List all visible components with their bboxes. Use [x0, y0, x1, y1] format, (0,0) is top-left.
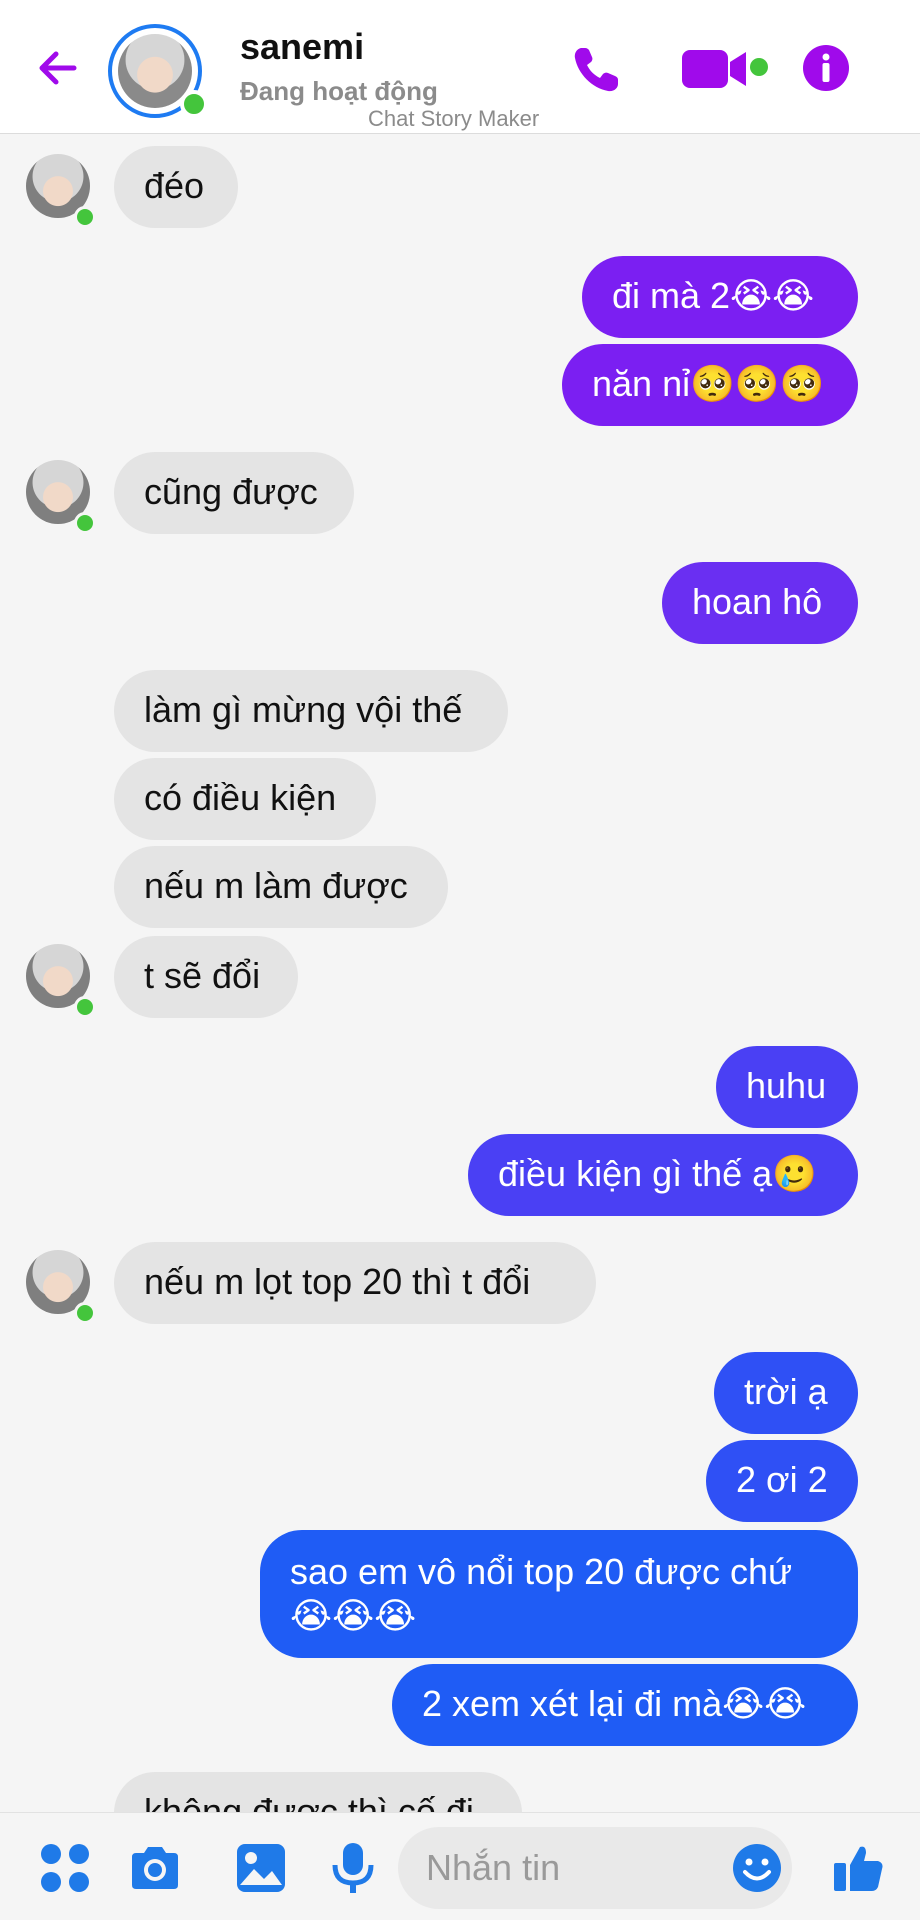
smiley-icon[interactable]: [732, 1843, 782, 1893]
message-bubble-outgoing[interactable]: điều kiện gì thế ạ🥲: [468, 1134, 858, 1216]
contact-name[interactable]: sanemi: [240, 26, 364, 68]
message-bubble-incoming[interactable]: đéo: [114, 146, 238, 228]
info-icon[interactable]: [802, 44, 850, 92]
message-bubble-incoming[interactable]: có điều kiện: [114, 758, 376, 840]
four-dots-icon[interactable]: [38, 1841, 92, 1895]
chat-header: sanemi Đang hoạt động Chat Story Maker: [0, 0, 920, 134]
camera-icon[interactable]: [128, 1841, 182, 1895]
message-bubble-outgoing[interactable]: huhu: [716, 1046, 858, 1128]
message-bubble-incoming[interactable]: t sẽ đổi: [114, 936, 298, 1018]
composer-bar: Nhắn tin: [0, 1812, 920, 1920]
arrow-left-icon[interactable]: [34, 44, 82, 92]
phone-icon[interactable]: [568, 42, 624, 98]
microphone-icon[interactable]: [326, 1841, 380, 1895]
message-bubble-outgoing[interactable]: 2 ơi 2: [706, 1440, 858, 1522]
online-indicator: [74, 206, 96, 228]
image-icon[interactable]: [234, 1841, 288, 1895]
contact-status: Đang hoạt động: [240, 76, 438, 106]
video-camera-icon[interactable]: [680, 46, 754, 92]
online-indicator: [74, 996, 96, 1018]
message-bubble-incoming[interactable]: nếu m làm được: [114, 846, 448, 928]
message-bubble-outgoing[interactable]: sao em vô nổi top 20 được chứ 😭😭😭: [260, 1530, 858, 1658]
thumbs-up-icon[interactable]: [832, 1841, 886, 1895]
online-indicator: [74, 1302, 96, 1324]
message-bubble-outgoing[interactable]: hoan hô: [662, 562, 858, 644]
message-list[interactable]: đéo đi mà 2😭😭 năn nỉ🥺🥺🥺 cũng được hoan h…: [0, 134, 920, 1812]
message-bubble-incoming[interactable]: làm gì mừng vội thế: [114, 670, 508, 752]
message-bubble-incoming[interactable]: cũng được: [114, 452, 354, 534]
message-bubble-outgoing[interactable]: 2 xem xét lại đi mà😭😭: [392, 1664, 858, 1746]
video-online-dot: [750, 58, 768, 76]
message-bubble-outgoing[interactable]: đi mà 2😭😭: [582, 256, 858, 338]
contact-avatar[interactable]: [108, 24, 208, 118]
message-bubble-incoming[interactable]: nếu m lọt top 20 thì t đổi: [114, 1242, 596, 1324]
message-bubble-incoming[interactable]: không được thì cố đi: [114, 1772, 522, 1812]
watermark: Chat Story Maker: [368, 106, 540, 131]
online-indicator: [74, 512, 96, 534]
message-bubble-outgoing[interactable]: trời ạ: [714, 1352, 858, 1434]
message-bubble-outgoing[interactable]: năn nỉ🥺🥺🥺: [562, 344, 858, 426]
online-indicator: [180, 90, 208, 118]
